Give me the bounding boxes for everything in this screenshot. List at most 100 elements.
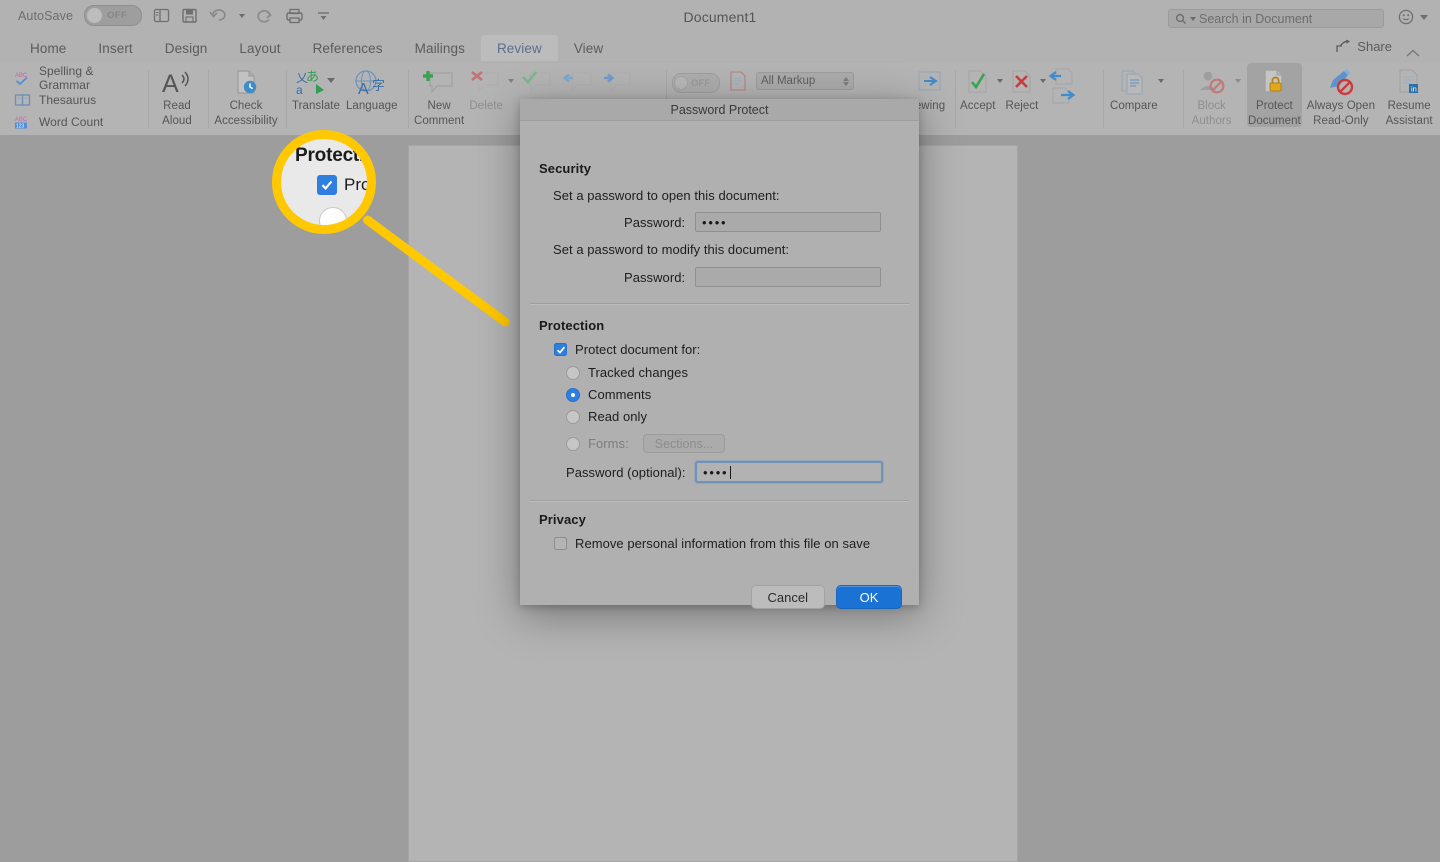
delete-comment-caret-icon[interactable] [508,79,515,83]
spelling-and-grammar-button[interactable]: ABC Spelling & Grammar [14,64,144,92]
tab-view[interactable]: View [558,35,619,61]
dialog-body: Security Set a password to open this doc… [520,121,919,609]
tab-insert[interactable]: Insert [82,35,148,61]
collapse-ribbon-icon[interactable] [1406,45,1420,63]
markup-display-icon[interactable] [728,70,748,92]
ok-button[interactable]: OK [836,585,902,609]
tab-review[interactable]: Review [480,35,558,61]
protection-password-value: •••• [703,464,729,480]
previous-comment-button[interactable] [560,63,596,98]
title-bar: AutoSave OFF Document1 Search in Documen… [0,0,1440,34]
read-only-radio-icon[interactable] [566,409,580,424]
remove-personal-info-checkbox-row[interactable]: Remove personal information from this fi… [554,536,870,551]
resolve-comment-button[interactable] [520,63,556,98]
radio-tracked-changes[interactable]: Tracked changes [566,365,688,380]
block-authors-label-2: Authors [1191,114,1232,127]
dialog-title: Password Protect [520,99,919,121]
ribbon-group-speech: A Read Aloud [152,63,202,135]
accept-change-icon [963,68,993,98]
compare-documents-icon [1118,68,1150,98]
tab-layout[interactable]: Layout [223,35,296,61]
block-authors-caret-icon[interactable] [1235,79,1242,83]
reject-dropdown-caret-icon[interactable] [1040,79,1047,83]
ribbon-group-language: 乂あa Translate A字 Language [292,63,402,135]
reject-change-button[interactable]: Reject [1005,63,1038,113]
open-password-input[interactable]: •••• [695,212,881,232]
share-button[interactable]: Share [1335,39,1392,54]
forms-radio-icon[interactable] [566,436,580,451]
tab-design[interactable]: Design [149,35,224,61]
translate-icon: 乂あa [294,68,338,98]
next-comment-button[interactable] [600,63,636,98]
block-authors-button[interactable]: Block Authors [1188,63,1235,127]
ribbon-group-proofing: ABC Spelling & Grammar Thesaurus ABC 123 … [14,63,144,139]
search-options-caret-icon[interactable] [1190,16,1196,21]
tab-home[interactable]: Home [14,35,82,61]
radio-read-only[interactable]: Read only [566,409,647,424]
remove-personal-info-label: Remove personal information from this fi… [575,536,871,551]
search-input[interactable]: Search in Document [1168,9,1384,28]
feedback-caret-icon[interactable] [1420,15,1428,20]
sections-button[interactable]: Sections... [642,434,726,453]
read-only-label: Read only [588,409,647,424]
compare-dropdown-caret-icon[interactable] [1157,79,1164,83]
new-comment-button[interactable]: New Comment [414,63,464,127]
text-cursor [730,465,732,479]
magnified-checkbox-label: Protect document for: [344,175,376,194]
track-changes-knob [674,76,688,90]
radio-comments[interactable]: Comments [566,387,651,402]
accept-dropdown-caret-icon[interactable] [997,79,1004,83]
always-open-read-only-label-2: Read-Only [1313,114,1369,127]
feedback-smiley-icon[interactable] [1398,9,1414,30]
protect-document-for-checkbox-row[interactable]: Protect document for: [554,342,700,357]
cancel-button[interactable]: Cancel [750,585,825,609]
magnifier-content: Protection Protect document for: [281,139,367,225]
spelling-check-icon: ABC [14,70,32,86]
radio-forms[interactable]: Forms: Sections... [566,434,726,453]
read-aloud-icon: A [160,68,194,98]
remove-personal-info-checkbox-icon[interactable] [554,537,567,550]
read-aloud-button[interactable]: A Read Aloud [152,63,202,127]
ribbon-tab-strip: Home Insert Design Layout References Mai… [0,33,1440,63]
track-changes-toggle[interactable]: OFF [672,73,720,93]
modify-password-field-label: Password: [624,270,686,285]
magnified-checkbox-row: Protect document for: [317,175,376,195]
protection-password-input[interactable]: •••• [695,461,883,483]
language-icon: A字 [350,68,394,98]
comments-radio-icon[interactable] [566,387,580,402]
tracked-changes-radio-icon[interactable] [566,365,580,380]
protect-document-for-checkbox-icon[interactable] [554,343,567,356]
markup-stepper-icon[interactable] [843,76,849,86]
previous-change-icon[interactable] [1048,68,1076,85]
divider-protection-privacy [530,500,909,502]
translate-button[interactable]: 乂あa Translate [292,63,340,135]
tab-mailings[interactable]: Mailings [399,35,481,61]
delete-comment-button[interactable]: Delete [468,63,504,113]
new-comment-icon [420,68,458,98]
next-change-icon[interactable] [1048,87,1076,104]
language-label: Language [345,100,398,112]
language-button[interactable]: A字 Language [346,63,398,135]
always-open-read-only-button[interactable]: Always Open Read-Only [1302,63,1381,127]
markup-view-select[interactable]: All Markup [756,72,854,90]
ribbon-tabs: Home Insert Design Layout References Mai… [14,33,619,63]
thesaurus-button[interactable]: Thesaurus [14,89,144,111]
privacy-heading: Privacy [539,512,586,527]
delete-comment-label: Delete [469,100,503,112]
security-heading: Security [539,161,592,176]
spelling-and-grammar-label: Spelling & Grammar [39,64,94,92]
protection-heading: Protection [539,318,605,333]
accept-change-button[interactable]: Accept [960,63,995,113]
tab-references[interactable]: References [297,35,399,61]
modify-password-input[interactable] [695,267,881,287]
resume-assistant-button[interactable]: in Resume Assistant [1380,63,1438,127]
accept-change-label: Accept [960,100,996,112]
forms-label: Forms: [588,436,629,451]
translate-label: Translate [292,100,340,112]
compare-button[interactable]: Compare [1110,63,1158,113]
check-accessibility-button[interactable]: Check Accessibility [212,63,280,127]
word-count-button[interactable]: ABC 123 Word Count [14,111,144,133]
protect-document-button[interactable]: Protect Document [1247,63,1302,127]
callout-magnifier: Protection Protect document for: [272,130,376,234]
search-placeholder: Search in Document [1199,11,1313,26]
